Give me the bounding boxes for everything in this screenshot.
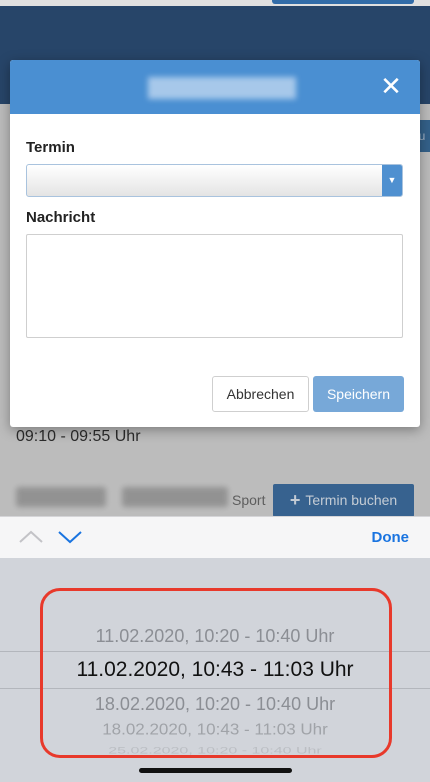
dropdown-arrow-icon[interactable]: ▼ [382,165,402,196]
dialog-title-redacted [148,77,296,99]
nachricht-textarea[interactable] [26,234,403,338]
home-indicator [139,768,292,773]
chevron-up-icon[interactable] [18,529,44,545]
chevron-down-icon[interactable] [57,529,83,545]
appointment-picker-wheel[interactable]: 11.02.2020, 10:20 - 10:40 Uhr 11.02.2020… [0,558,430,782]
termin-label: Termin [26,139,75,156]
picker-toolbar: Done [0,516,430,558]
save-button[interactable]: Speichern [313,376,404,412]
annotation-highlight-box [40,588,392,758]
nachricht-label: Nachricht [26,209,96,226]
cancel-button[interactable]: Abbrechen [212,376,309,412]
done-button[interactable]: Done [372,529,410,546]
message-dialog: ✕ Termin ▼ Nachricht Abbrechen Speichern [10,60,420,427]
close-icon[interactable]: ✕ [376,71,406,101]
termin-select[interactable]: ▼ [26,164,403,197]
dialog-header: ✕ [10,60,420,114]
